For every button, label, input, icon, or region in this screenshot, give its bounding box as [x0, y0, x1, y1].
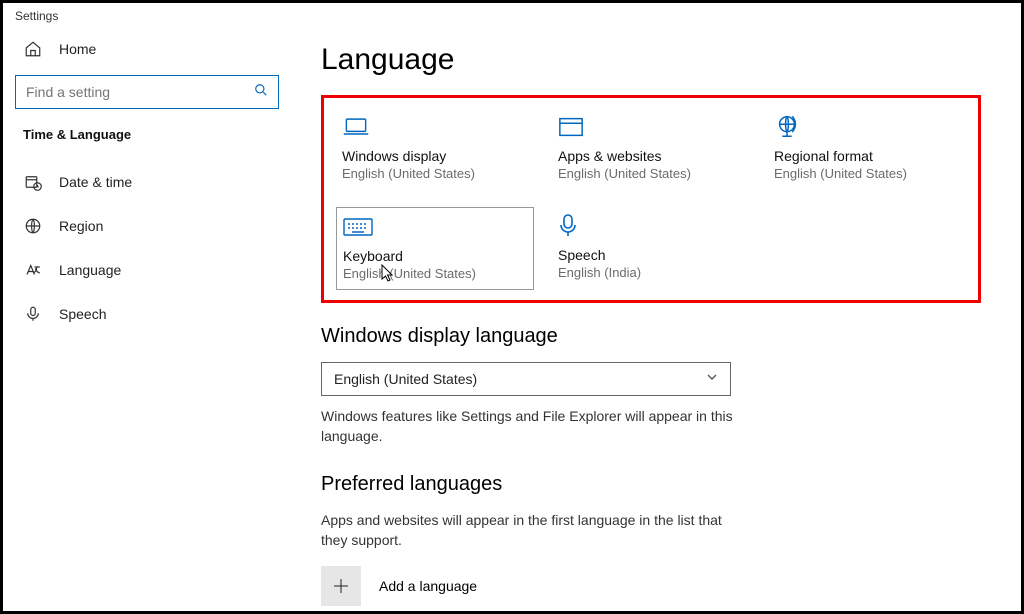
- category-heading: Time & Language: [23, 127, 279, 142]
- tile-sub: English (United States): [343, 266, 527, 281]
- home-nav[interactable]: Home: [15, 29, 279, 69]
- tile-label: Apps & websites: [558, 148, 744, 164]
- tile-sub: English (United States): [342, 166, 528, 181]
- tile-windows-display[interactable]: Windows display English (United States): [336, 108, 534, 189]
- display-language-desc: Windows features like Settings and File …: [321, 406, 741, 447]
- sidebar-item-label: Language: [59, 262, 121, 278]
- home-label: Home: [59, 41, 96, 57]
- window-title: Settings: [3, 3, 1021, 29]
- tile-label: Speech: [558, 247, 744, 263]
- search-icon: [254, 83, 268, 102]
- tile-sub: English (United States): [558, 166, 744, 181]
- tile-sub: English (United States): [774, 166, 960, 181]
- sidebar-item-label: Region: [59, 218, 103, 234]
- tile-label: Regional format: [774, 148, 960, 164]
- sidebar-item-speech[interactable]: Speech: [15, 292, 279, 336]
- sidebar-item-label: Speech: [59, 306, 106, 322]
- tile-regional-format[interactable]: Regional format English (United States): [768, 108, 966, 189]
- tile-label: Windows display: [342, 148, 528, 164]
- search-input-wrap[interactable]: [15, 75, 279, 109]
- home-icon: [23, 39, 43, 59]
- plus-icon[interactable]: [321, 566, 361, 606]
- laptop-icon: [342, 110, 528, 144]
- tile-label: Keyboard: [343, 248, 527, 264]
- dropdown-value: English (United States): [334, 371, 477, 387]
- display-language-dropdown[interactable]: English (United States): [321, 362, 731, 396]
- language-tiles-highlight: Windows display English (United States) …: [321, 95, 981, 303]
- window-icon: [558, 110, 744, 144]
- sidebar-item-language[interactable]: Language: [15, 248, 279, 292]
- preferred-languages-heading: Preferred languages: [321, 473, 981, 496]
- preferred-languages-desc: Apps and websites will appear in the fir…: [321, 510, 741, 551]
- sidebar-item-label: Date & time: [59, 174, 132, 190]
- tile-apps-websites[interactable]: Apps & websites English (United States): [552, 108, 750, 189]
- globe-stand-icon: [774, 110, 960, 144]
- microphone-icon: [23, 304, 43, 324]
- main-content: Language Windows display English (United…: [291, 29, 1021, 609]
- tile-sub: English (India): [558, 265, 744, 280]
- search-input[interactable]: [26, 84, 254, 100]
- keyboard-icon: [343, 210, 527, 244]
- sidebar: Home Time & Language Date & time Region: [3, 29, 291, 609]
- sidebar-item-date-time[interactable]: Date & time: [15, 160, 279, 204]
- language-icon: [23, 260, 43, 280]
- globe-icon: [23, 216, 43, 236]
- add-language-label: Add a language: [379, 578, 477, 594]
- add-language-row[interactable]: Add a language: [321, 566, 981, 606]
- tile-speech[interactable]: Speech English (India): [552, 207, 750, 290]
- calendar-clock-icon: [23, 172, 43, 192]
- tile-keyboard[interactable]: Keyboard English (United States): [336, 207, 534, 290]
- sidebar-item-region[interactable]: Region: [15, 204, 279, 248]
- chevron-down-icon: [706, 370, 718, 388]
- microphone-icon: [558, 209, 744, 243]
- page-title: Language: [321, 43, 981, 77]
- display-language-heading: Windows display language: [321, 325, 981, 348]
